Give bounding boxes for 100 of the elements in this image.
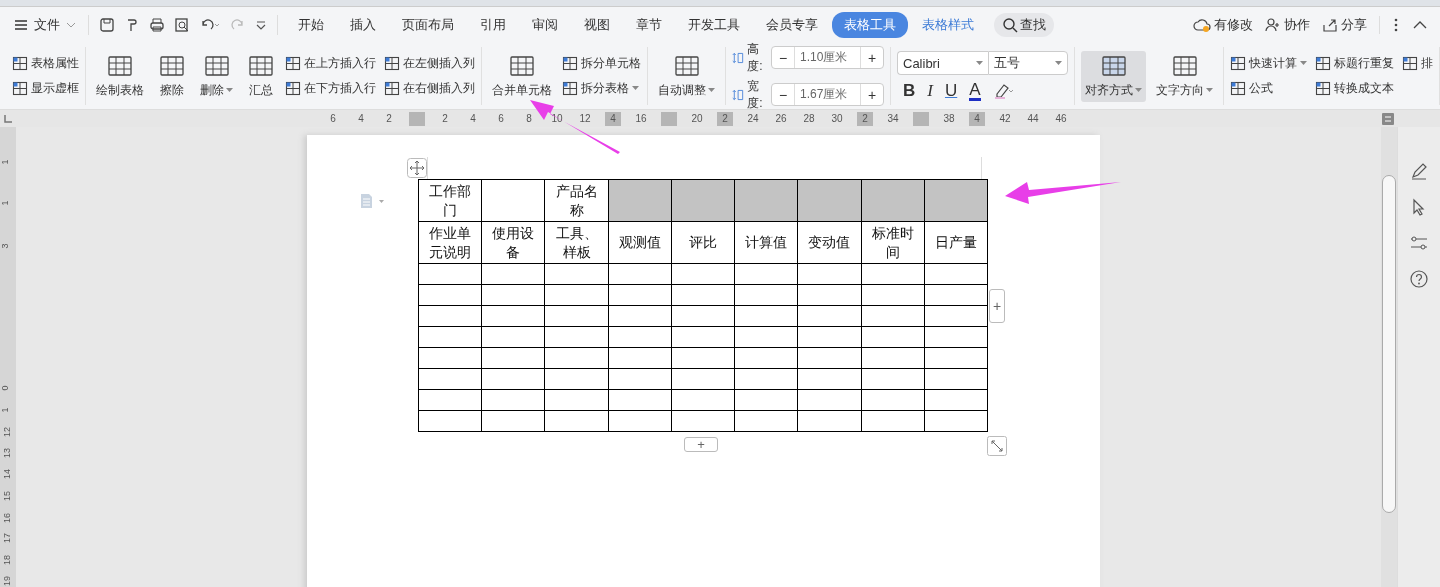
table-icon — [672, 53, 701, 78]
ruler-toggle-icon[interactable] — [1382, 112, 1394, 125]
number-stepper[interactable]: − 1.10厘米 + — [771, 46, 884, 69]
resize-handle-icon[interactable] — [987, 436, 1007, 456]
table-icon — [384, 56, 400, 71]
save-icon[interactable] — [99, 17, 115, 33]
table-cell: 评比 — [671, 221, 735, 264]
toolbar-action[interactable]: 有修改 — [1193, 16, 1253, 34]
table-icon — [106, 53, 134, 78]
caret-icon — [1300, 61, 1307, 66]
caret-icon — [66, 22, 76, 28]
sliders-icon[interactable] — [1409, 233, 1429, 253]
ribbon-button[interactable]: 对齐方式 — [1081, 50, 1146, 102]
horizontal-ruler: 6 4 2 2 4 6 8 10 12 4 16 20 2 24 26 28 30 2 34 38 4 42 44 46 — [329, 110, 1068, 127]
ribbon-button[interactable]: 在左侧插入列 — [384, 55, 475, 72]
table-icon — [562, 81, 578, 96]
font-size-select[interactable]: 五号 — [988, 51, 1068, 75]
ribbon-button[interactable]: 快速计算 — [1230, 55, 1307, 72]
ribbon-button[interactable]: 擦除 — [154, 50, 190, 102]
ribbon-tab[interactable]: 开发工具 — [676, 12, 752, 38]
print-icon[interactable] — [149, 17, 165, 33]
ribbon-button[interactable]: 汇总 — [243, 50, 279, 102]
table-cell: 使用设备 — [481, 221, 545, 264]
ribbon-button[interactable]: 转换成文本 — [1315, 80, 1394, 97]
ribbon-button[interactable]: 绘制表格 — [92, 50, 148, 102]
menu-icon — [14, 19, 28, 31]
caret-icon — [226, 87, 233, 93]
scrollbar-thumb[interactable] — [1382, 175, 1396, 513]
caret-icon — [1135, 87, 1142, 93]
search-button[interactable]: 查找 — [994, 13, 1054, 37]
add-column-button[interactable]: + — [989, 289, 1005, 323]
table-icon — [1099, 53, 1128, 78]
ribbon-button[interactable]: 公式 — [1230, 80, 1307, 97]
ribbon-button[interactable]: 拆分单元格 — [562, 55, 641, 72]
tab-stop-icon — [4, 114, 12, 123]
number-stepper[interactable]: − 1.67厘米 + — [771, 83, 884, 106]
table-cell: 标准时间 — [861, 221, 925, 264]
cloud-icon — [1193, 17, 1211, 33]
table-cell: 计算值 — [734, 221, 798, 264]
ribbon-tab[interactable]: 插入 — [338, 12, 388, 38]
ribbon-button[interactable]: 在下方插入行 — [285, 80, 376, 97]
ribbon-tab[interactable]: 表格样式 — [910, 12, 986, 38]
caret-icon — [1206, 87, 1213, 93]
underline-button[interactable]: U — [944, 81, 958, 101]
ribbon-button[interactable]: 拆分表格 — [562, 80, 641, 97]
ribbon-button[interactable]: 在右侧插入列 — [384, 80, 475, 97]
table-cell: 日产量 — [924, 221, 988, 264]
add-user-icon — [1265, 17, 1281, 33]
table-icon — [1230, 56, 1246, 71]
table-cell: 工具、样板 — [544, 221, 609, 264]
caret-icon — [632, 86, 639, 91]
ribbon-tab[interactable]: 视图 — [572, 12, 622, 38]
table-icon — [247, 53, 275, 78]
add-row-button[interactable]: + — [684, 437, 718, 452]
table-cell: 变动值 — [797, 221, 862, 264]
move-icon[interactable] — [407, 158, 427, 178]
bold-button[interactable]: B — [903, 81, 916, 101]
font-color-button[interactable]: A — [969, 81, 981, 101]
italic-button[interactable]: I — [927, 81, 933, 101]
table-icon — [158, 53, 186, 78]
ribbon-button[interactable]: 合并单元格 — [488, 50, 556, 102]
ribbon-button[interactable]: 自动调整 — [654, 50, 719, 102]
table-cell: 作业单元说明 — [418, 221, 482, 264]
ribbon-tab[interactable]: 开始 — [286, 12, 336, 38]
ribbon-tab[interactable]: 章节 — [624, 12, 674, 38]
table-cell: 观测值 — [608, 221, 672, 264]
table-icon — [202, 53, 231, 78]
table-icon — [1402, 56, 1418, 71]
ribbon-button[interactable]: 在上方插入行 — [285, 55, 376, 72]
ribbon-button[interactable]: 标题行重复 — [1315, 55, 1394, 72]
table-icon — [1315, 81, 1331, 96]
file-menu[interactable]: 文件 — [14, 15, 89, 35]
font-select[interactable]: Calibri — [897, 51, 988, 75]
ribbon-tab[interactable]: 引用 — [468, 12, 518, 38]
field-label: 高度: — [747, 40, 764, 75]
toolbar-action[interactable]: 分享 — [1322, 16, 1367, 34]
table-icon — [285, 56, 301, 71]
highlighter-icon[interactable] — [992, 82, 1015, 100]
print-preview-icon[interactable] — [174, 17, 190, 33]
ribbon-tab[interactable]: 表格工具 — [832, 12, 908, 38]
ribbon-button[interactable]: 排 — [1402, 55, 1433, 72]
table-icon — [12, 81, 28, 96]
more-icon[interactable] — [1392, 17, 1400, 33]
ribbon-button[interactable]: 文字方向 — [1152, 50, 1217, 102]
toolbar-action[interactable]: 协作 — [1265, 16, 1310, 34]
ribbon-tab[interactable]: 会员专享 — [754, 12, 830, 38]
share-icon — [1322, 17, 1338, 33]
ribbon-button[interactable]: 删除 — [196, 50, 237, 102]
help-icon[interactable] — [1409, 269, 1429, 289]
pen-icon[interactable] — [1409, 161, 1429, 181]
table-icon — [384, 81, 400, 96]
caret-icon — [708, 87, 715, 93]
ribbon-button[interactable]: 表格属性 — [12, 55, 79, 72]
table-icon — [12, 56, 28, 71]
ribbon-tab[interactable]: 页面布局 — [390, 12, 466, 38]
table-icon — [1170, 53, 1199, 78]
vertical-ruler: 1 1 3 0 1 12 13 14 15 16 17 18 19 — [0, 127, 16, 587]
ribbon-tab[interactable]: 审阅 — [520, 12, 570, 38]
ribbon-button[interactable]: 显示虚框 — [12, 80, 79, 97]
table-icon — [285, 81, 301, 96]
